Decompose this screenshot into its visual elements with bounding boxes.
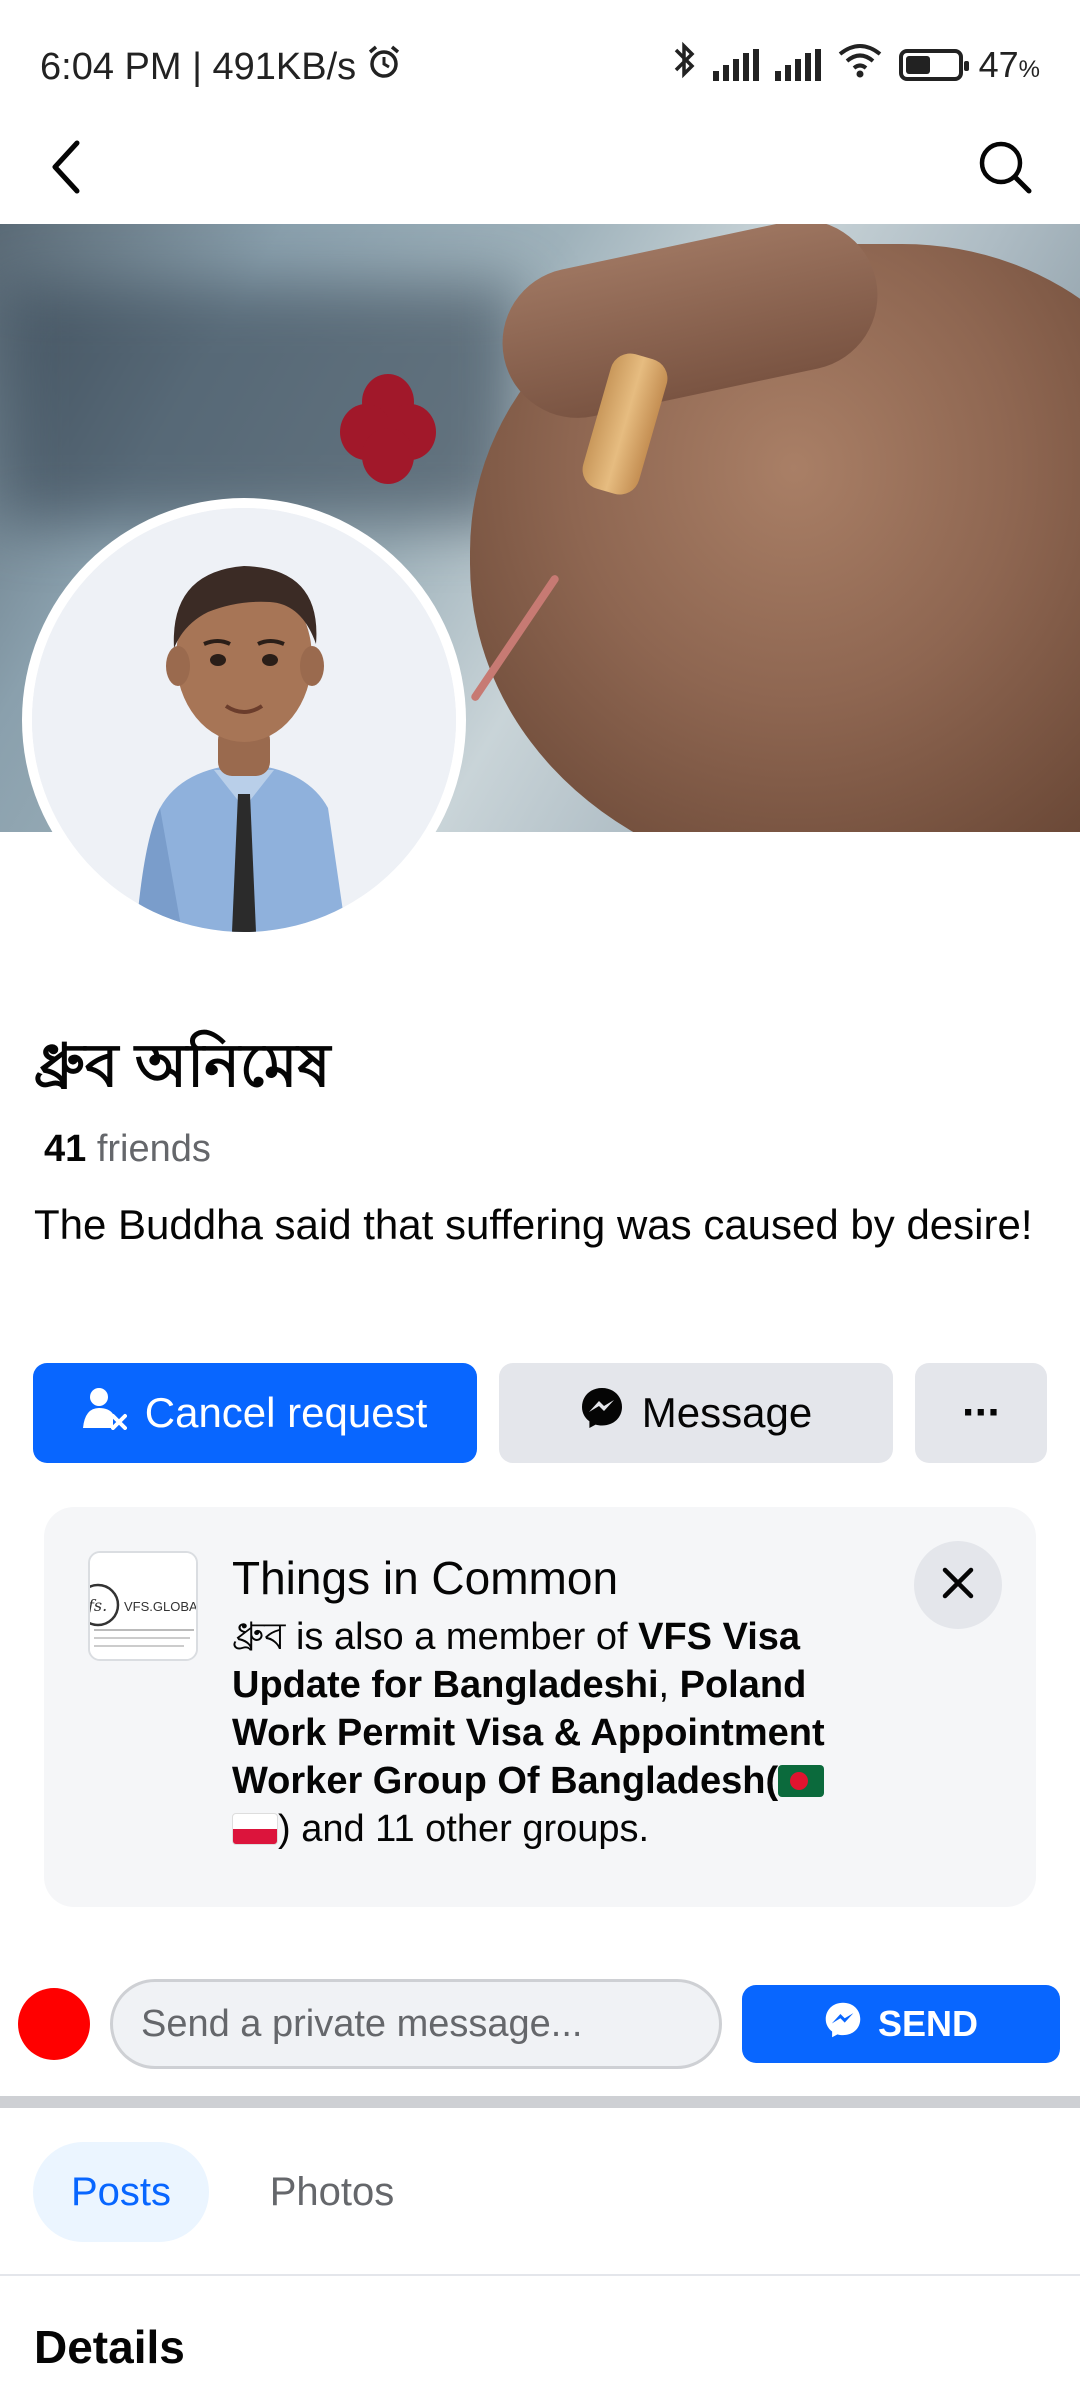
signal-icon-2 [774, 48, 821, 81]
status-bar: 6:04 PM | 491KB/s 47% [0, 0, 1080, 120]
send-label: SEND [877, 2003, 979, 2044]
person-x-icon [82, 1386, 127, 1440]
bangladesh-flag-icon [778, 1765, 825, 1797]
section-divider [0, 2096, 1080, 2108]
details-heading: Details [34, 2321, 185, 2373]
messenger-icon [580, 1386, 624, 1440]
signal-icon [712, 48, 759, 81]
tabs-divider [0, 2274, 1080, 2276]
cancel-request-button[interactable]: Cancel request [33, 1363, 477, 1463]
friends-count[interactable]: 41 friends [44, 1128, 211, 1171]
dismiss-common-button[interactable] [914, 1541, 1002, 1629]
back-arrow-icon [49, 139, 83, 200]
things-in-common-title: Things in Common [232, 1552, 619, 1604]
profile-name: ধ্রুব অনিমেষ [34, 1032, 331, 1099]
cover-flower [340, 374, 436, 484]
back-button[interactable] [36, 134, 96, 204]
record-indicator [18, 1988, 90, 2060]
avatar[interactable] [22, 498, 466, 942]
status-left: 6:04 PM | 491KB/s [40, 42, 404, 92]
tab-posts[interactable]: Posts [33, 2142, 209, 2242]
more-label: ··· [962, 1388, 1002, 1437]
group-thumb-text: VFS.GLOBAL [124, 1599, 198, 1614]
wifi-icon [837, 42, 883, 87]
friends-number: 41 [44, 1128, 87, 1170]
top-nav [0, 120, 1080, 224]
group-thumbnail: fs. VFS.GLOBAL [88, 1551, 198, 1661]
poland-flag-icon [232, 1813, 278, 1845]
alarm-icon [364, 42, 404, 92]
battery-percent: 47% [978, 43, 1040, 85]
battery-icon [898, 48, 969, 81]
message-button[interactable]: Message [499, 1363, 893, 1463]
search-icon [977, 139, 1033, 200]
send-button[interactable]: SEND [742, 1985, 1060, 2063]
tab-photos[interactable]: Photos [238, 2142, 426, 2242]
search-button[interactable] [970, 134, 1040, 204]
messenger-icon [824, 2001, 862, 2048]
status-right: 47% [671, 40, 1040, 89]
message-label: Message [641, 1389, 813, 1436]
more-options-button[interactable]: ··· [915, 1363, 1047, 1463]
private-message-input[interactable] [110, 1979, 722, 2069]
status-time-speed: 6:04 PM | 491KB/s [40, 45, 357, 88]
bluetooth-icon [671, 40, 697, 89]
profile-bio: The Buddha said that suffering was cause… [34, 1201, 1033, 1248]
friends-label: friends [96, 1128, 211, 1170]
things-in-common-card[interactable]: fs. VFS.GLOBAL Things in Common ধ্রুব is… [44, 1507, 1036, 1907]
svg-text:fs.: fs. [90, 1596, 107, 1615]
cancel-request-label: Cancel request [144, 1389, 428, 1436]
things-in-common-description: ধ্রুব is also a member of VFS Visa Updat… [232, 1616, 825, 1850]
close-icon [941, 1566, 975, 1605]
